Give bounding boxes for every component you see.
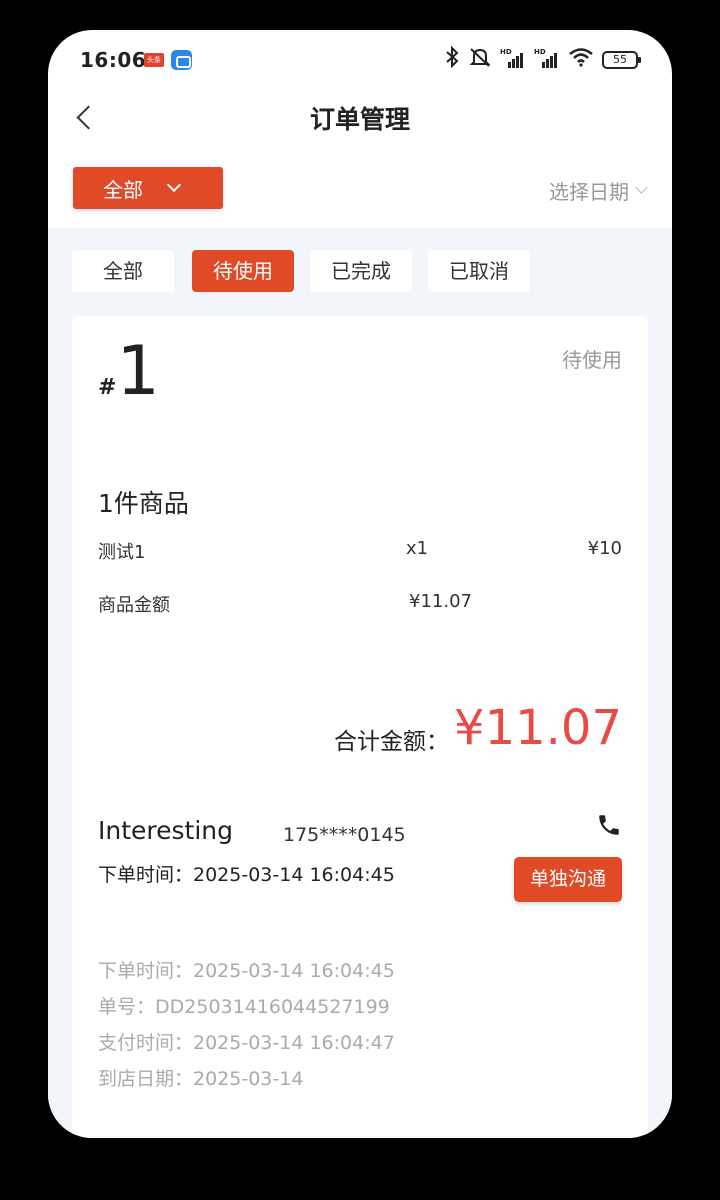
meta-visit-date: 到店日期：2025-03-14 [98, 1068, 304, 1090]
contact-button[interactable]: 单独沟通 [514, 857, 622, 902]
status-time: 16:06 [80, 48, 147, 72]
subtotal-value: ¥11.07 [409, 591, 472, 612]
phone-icon[interactable] [596, 812, 622, 838]
meta-pay-time: 支付时间：2025-03-14 16:04:47 [98, 1032, 395, 1054]
order-status: 待使用 [562, 348, 622, 372]
item-name: 测试1 [98, 542, 146, 563]
signal-hd-icon: HD [534, 48, 560, 70]
tab-all[interactable]: 全部 [72, 250, 174, 292]
subtotal-label: 商品金额 [98, 595, 170, 616]
total-label: 合计金额： [334, 729, 449, 755]
news-app-icon: 头条 [144, 53, 164, 67]
item-price: ¥10 [587, 538, 622, 559]
chevron-down-icon [635, 181, 648, 194]
date-select[interactable]: 选择日期 [549, 176, 648, 205]
order-time: 下单时间：2025-03-14 16:04:45 [98, 864, 395, 886]
order-hash: # [98, 375, 117, 400]
chevron-down-icon [166, 177, 182, 193]
customer-phone: 175****0145 [283, 824, 406, 846]
order-number-value: 1 [116, 332, 160, 411]
phone-screen: 16:06 头条 HD HD 55 订单管理 全部 选择日期 全部 待使用 已完… [48, 30, 672, 1138]
order-number: #1 [98, 338, 160, 406]
order-list: 全部 待使用 已完成 已取消 #1 待使用 1件商品 测试1 x1 ¥10 商品… [48, 228, 672, 1138]
message-app-icon [171, 50, 192, 70]
battery-icon: 55 [602, 51, 641, 69]
status-icons: HD HD 55 [444, 45, 641, 75]
status-bar: 16:06 头条 HD HD 55 [48, 30, 672, 90]
customer-name: Interesting [98, 816, 233, 845]
bluetooth-icon [444, 45, 460, 75]
category-dropdown-label: 全部 [103, 177, 143, 202]
page-title: 订单管理 [309, 105, 410, 134]
order-card: #1 待使用 1件商品 测试1 x1 ¥10 商品金额 ¥11.07 合计金额：… [72, 316, 648, 1138]
total-value: ¥11.07 [454, 700, 622, 756]
meta-order-number: 单号：DD25031416044527199 [98, 996, 390, 1018]
meta-order-time: 下单时间：2025-03-14 16:04:45 [98, 960, 395, 982]
wifi-icon [568, 47, 594, 74]
tab-cancelled[interactable]: 已取消 [428, 250, 530, 292]
goods-count: 1件商品 [98, 489, 189, 518]
tab-pending[interactable]: 待使用 [192, 250, 294, 292]
mute-icon [468, 46, 492, 75]
signal-hd-icon: HD [500, 48, 526, 70]
item-quantity: x1 [406, 538, 429, 559]
category-dropdown[interactable]: 全部 [73, 167, 223, 209]
date-select-label: 选择日期 [549, 180, 629, 204]
tab-completed[interactable]: 已完成 [310, 250, 412, 292]
